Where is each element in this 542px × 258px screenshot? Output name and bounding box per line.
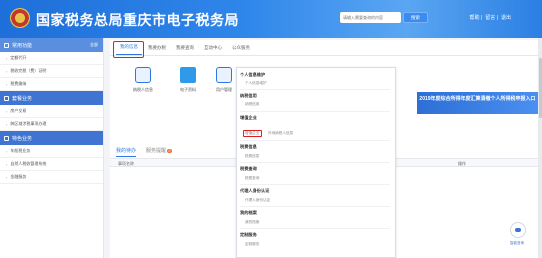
message-link[interactable]: 留言 <box>485 15 495 21</box>
menu-item[interactable]: 代理人身份认证 <box>245 198 270 203</box>
feature-icon <box>4 135 9 141</box>
annual-tax-banner[interactable]: 2019年度综合所得年度汇算清缴个人所得税申报入口 <box>417 92 538 114</box>
tile-taxpayer-info[interactable]: 纳税人信息 <box>128 67 158 93</box>
site-title: 国家税务总局重庆市电子税务局 <box>36 12 239 28</box>
envelope-icon <box>180 67 196 83</box>
view-all-link[interactable]: 全部 <box>90 42 98 48</box>
tab-highlight-frame <box>113 41 144 58</box>
sidebar-item[interactable]: › 税费缴纳 <box>0 78 103 91</box>
menu-heading: 我的档案 <box>240 210 257 215</box>
todo-tabs: 我的待办 服务提醒 0 <box>116 147 182 157</box>
menu-divider <box>240 184 390 185</box>
chevron-right-icon: › <box>6 161 8 167</box>
search-button[interactable]: 搜索 <box>403 12 428 23</box>
my-info-dropdown-menu: 个人信息维护 个人信息维护 纳税信用 纳税信用 增值企业 增值企业 外地纳税人信… <box>236 67 396 258</box>
sidebar: 常用功能 全部 › 定额代开 › 税收完税（费）证明 › 税费缴纳 套餐业务 › 房产交… <box>0 38 104 258</box>
sidebar-group-label: 特色业务 <box>12 135 33 142</box>
menu-divider <box>240 228 390 229</box>
tile-user-management[interactable]: 用户管理 <box>214 67 234 93</box>
menu-divider <box>240 89 390 90</box>
sidebar-item[interactable]: › 税收完税（费）证明 <box>0 65 103 78</box>
sidebar-item[interactable]: › 车船税业务 <box>0 145 103 158</box>
chevron-right-icon: › <box>6 174 8 180</box>
robot-assistant-icon[interactable] <box>510 222 526 238</box>
menu-item[interactable]: 税费查询 <box>245 176 259 181</box>
menu-heading: 定制服务 <box>240 232 257 237</box>
menu-divider <box>240 140 390 141</box>
menu-item[interactable]: 税费信息 <box>245 154 259 159</box>
tab-interaction[interactable]: 互动中心 <box>200 45 226 55</box>
menu-item[interactable]: 纳税信用 <box>245 102 259 107</box>
menu-heading: 代理人身份认证 <box>240 188 270 193</box>
menu-heading: 税费查询 <box>240 166 257 171</box>
menu-heading: 纳税信用 <box>240 93 257 98</box>
menu-item[interactable]: 外地纳税人信息 <box>268 131 293 136</box>
tab-query[interactable]: 我要查询 <box>172 45 198 55</box>
chevron-right-icon: › <box>6 121 8 127</box>
package-icon <box>4 95 9 101</box>
robot-assistant-label[interactable]: 智能咨询 <box>510 241 524 246</box>
menu-item[interactable]: 定制服务 <box>245 242 259 247</box>
sidebar-item[interactable]: › 跨区域涉税事项办理 <box>0 118 103 131</box>
menu-item[interactable]: 个人信息维护 <box>245 81 267 86</box>
users-icon <box>216 67 232 83</box>
tab-my-todo[interactable]: 我的待办 <box>116 147 137 157</box>
menu-divider <box>240 111 390 112</box>
sidebar-group-package[interactable]: 套餐业务 <box>0 91 103 105</box>
search-input[interactable] <box>340 12 401 23</box>
chevron-right-icon: › <box>6 108 8 114</box>
menu-item[interactable]: 我的档案 <box>245 220 259 225</box>
tax-emblem-logo <box>10 8 30 28</box>
menu-heading: 个人信息维护 <box>240 72 266 77</box>
menu-divider <box>240 206 390 207</box>
menu-heading: 增值企业 <box>240 115 257 120</box>
tab-handle-tax[interactable]: 我要办税 <box>144 45 170 55</box>
sidebar-group-special[interactable]: 特色业务 <box>0 131 103 145</box>
column-action: 操作 <box>458 161 466 166</box>
help-link[interactable]: 帮助 <box>470 15 480 21</box>
chevron-right-icon: › <box>6 68 8 74</box>
id-card-icon <box>135 67 151 83</box>
sidebar-group-common[interactable]: 常用功能 全部 <box>0 38 103 52</box>
sidebar-item[interactable]: › 房产交易 <box>0 105 103 118</box>
tab-service-reminder[interactable]: 服务提醒 0 <box>146 147 172 157</box>
tab-public-service[interactable]: 公众服务 <box>228 45 254 55</box>
chevron-right-icon: › <box>6 81 8 87</box>
scrollbar-thumb[interactable] <box>538 58 542 118</box>
star-icon <box>4 42 9 48</box>
chevron-right-icon: › <box>6 148 8 154</box>
page-scrollbar[interactable] <box>538 38 542 258</box>
sidebar-group-label: 套餐业务 <box>12 95 33 102</box>
sidebar-item[interactable]: › 自然人税收管理系统 <box>0 158 103 171</box>
column-item-name: 事项名称 <box>118 161 134 166</box>
menu-divider <box>240 162 390 163</box>
logout-link[interactable]: 退出 <box>501 15 511 21</box>
main-tabs: 我的信息 我要办税 我要查询 互动中心 公众服务 <box>110 40 538 56</box>
reminder-count-badge: 0 <box>167 149 172 153</box>
user-links: 帮助 | 留言 | 退出 <box>469 15 511 21</box>
sidebar-item[interactable]: › 金融服务 <box>0 171 103 184</box>
sidebar-item[interactable]: › 定额代开 <box>0 52 103 65</box>
sidebar-group-label: 常用功能 <box>12 42 33 49</box>
top-header: 国家税务总局重庆市电子税务局 搜索 帮助| 留言| 退出 <box>0 0 542 38</box>
menu-heading: 税费信息 <box>240 144 257 149</box>
tile-e-documents[interactable]: 电子资料 <box>173 67 203 93</box>
menu-highlight-frame <box>243 130 262 137</box>
chevron-right-icon: › <box>6 55 8 61</box>
